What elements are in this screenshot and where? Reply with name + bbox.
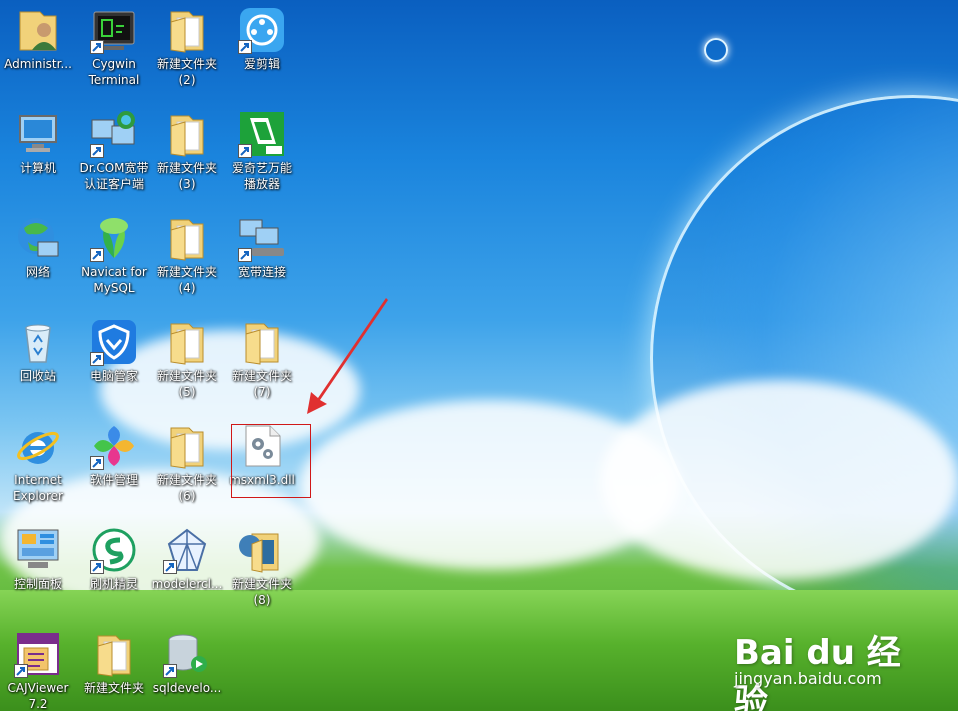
watermark-logo: Bai du 经验 (734, 633, 901, 711)
desktop[interactable]: Administr... Cygwin Terminal 新建文件夹 (2) 爱剪辑计… (0, 0, 958, 711)
annotation-arrow (307, 298, 388, 414)
baidu-watermark: Bai du 经验 jingyan.baidu.com (734, 625, 934, 711)
watermark-url: jingyan.baidu.com (734, 669, 882, 688)
